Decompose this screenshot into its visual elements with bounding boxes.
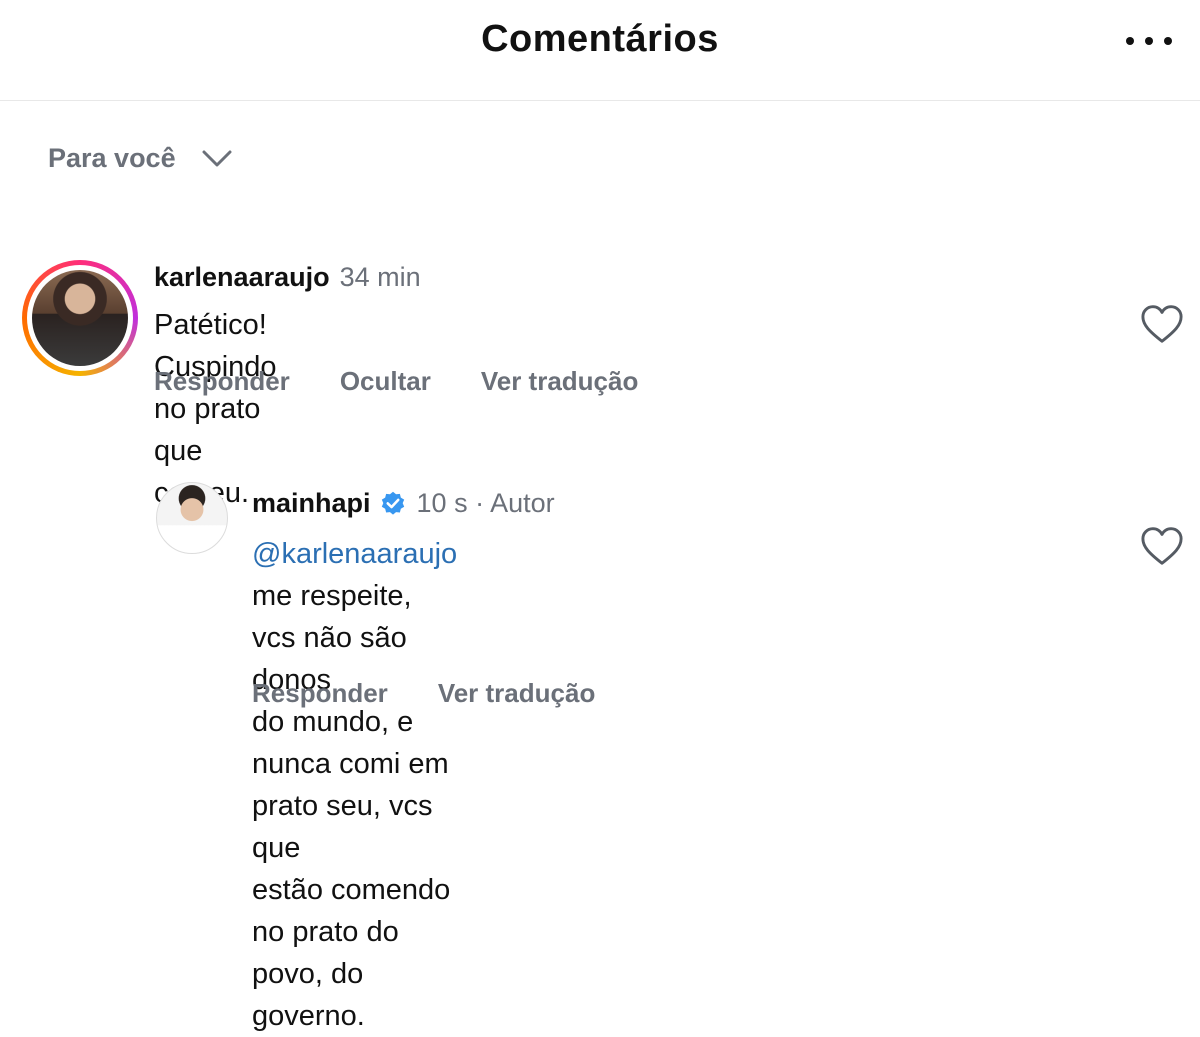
see-translation-button[interactable]: Ver tradução [481, 366, 639, 397]
see-translation-button[interactable]: Ver tradução [438, 678, 596, 709]
like-heart-icon[interactable] [1139, 526, 1185, 566]
reply-button[interactable]: Responder [154, 366, 290, 397]
reply-button[interactable]: Responder [252, 678, 388, 709]
chevron-down-icon [202, 150, 232, 166]
dot [1164, 37, 1172, 45]
dot [1126, 37, 1134, 45]
mention-link[interactable]: @karlenaaraujo [252, 538, 457, 570]
sort-filter-dropdown[interactable]: Para você [48, 143, 232, 174]
reply-timestamp-author: 10 s · Autor [416, 488, 555, 518]
like-heart-icon[interactable] [1139, 304, 1185, 344]
reply-meta: mainhapi 10 s · Autor [252, 488, 555, 519]
reply-username[interactable]: mainhapi [252, 488, 371, 519]
comment-timestamp: 34 min [339, 262, 421, 292]
reply-text: @karlenaaraujo me respeite, vcs não são … [252, 533, 457, 1037]
verified-badge-icon [379, 490, 407, 518]
hide-button[interactable]: Ocultar [340, 366, 431, 397]
avatar-story-ring[interactable] [22, 260, 138, 376]
reply-text-line: estão comendo no prato do povo, do gover… [252, 874, 451, 1032]
avatar[interactable] [156, 482, 228, 554]
sort-filter-label: Para você [48, 143, 176, 173]
comment-actions: Responder Ocultar Ver tradução [154, 366, 688, 397]
comment-meta: karlenaaraujo 34 min [154, 262, 421, 293]
avatar-ring-gap [27, 265, 133, 371]
page-title: Comentários [481, 18, 719, 60]
more-options-icon[interactable] [1126, 26, 1172, 56]
dot [1145, 37, 1153, 45]
comment-text: Patético! Cuspindo no prato que comeu. [154, 309, 277, 509]
reply-text-line: @karlenaaraujo me respeite, vcs não são … [252, 533, 457, 701]
reply-text-line: do mundo, e nunca comi em prato seu, vcs… [252, 706, 449, 864]
header-bar: Comentários [0, 0, 1200, 101]
avatar [32, 270, 128, 366]
reply-actions: Responder Ver tradução [252, 678, 645, 709]
comment-username[interactable]: karlenaaraujo [154, 262, 330, 293]
